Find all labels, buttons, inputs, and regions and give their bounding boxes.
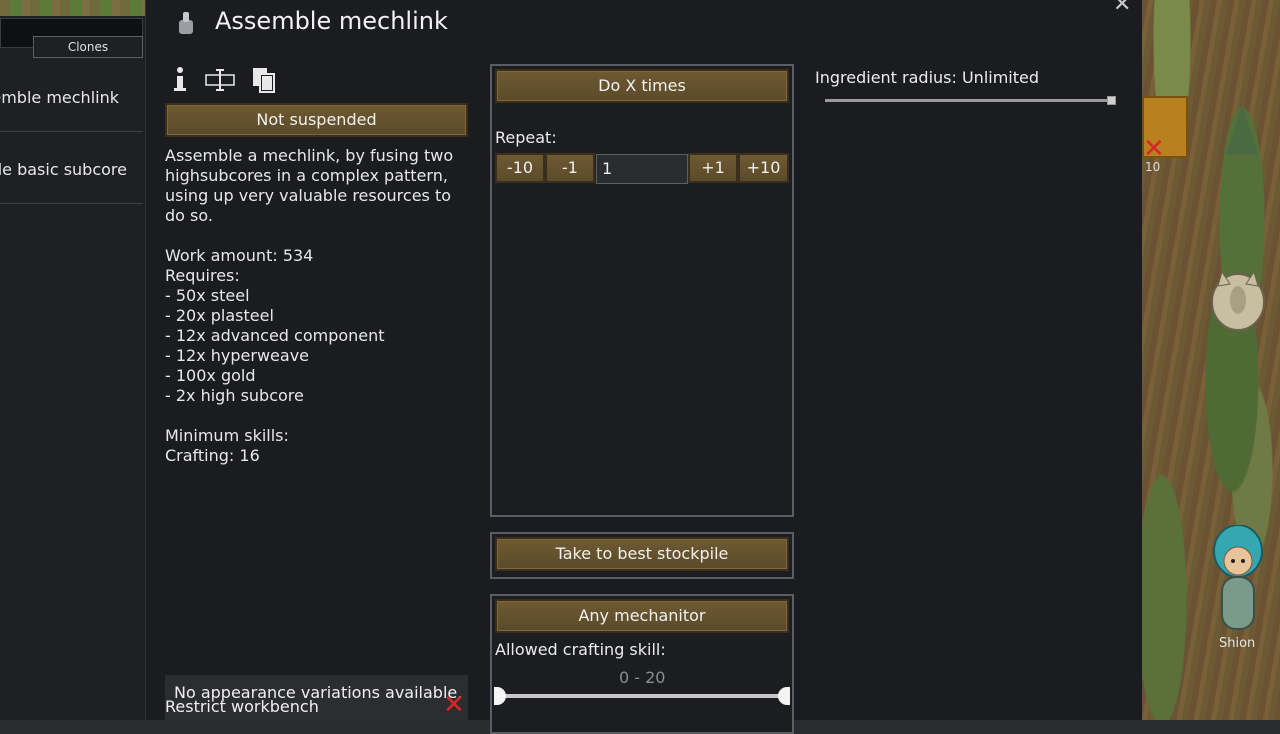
- ingredient-radius-slider[interactable]: [825, 99, 1115, 102]
- store-mode-button[interactable]: Take to best stockpile: [495, 537, 789, 571]
- suspend-toggle-button[interactable]: Not suspended: [165, 103, 468, 137]
- worker-select-button[interactable]: Any mechanitor: [495, 599, 789, 633]
- dialog-title: Assemble mechlink: [215, 7, 448, 35]
- pawn-portrait[interactable]: [1210, 525, 1266, 635]
- close-icon[interactable]: ✕: [1113, 0, 1131, 17]
- restrict-toggle-icon[interactable]: ✕: [443, 690, 465, 720]
- map-strip: [0, 0, 145, 16]
- clones-tab[interactable]: Clones: [33, 36, 143, 58]
- bill-list: Assemble mechlink Assemble basic subcore: [0, 60, 143, 204]
- bill-item-label: Assemble mechlink: [0, 88, 119, 107]
- restrict-workbench-label: Restrict workbench: [165, 697, 319, 716]
- repeat-mode-button[interactable]: Do X times: [495, 69, 789, 103]
- skill-range-slider[interactable]: [500, 694, 784, 698]
- recipe-description: Assemble a mechlink, by fusing two highs…: [165, 146, 454, 465]
- repeat-plus-1-button[interactable]: +1: [688, 153, 738, 183]
- bill-item-label: Assemble basic subcore: [0, 160, 127, 179]
- ingredient-radius-label: Ingredient radius: Unlimited: [815, 68, 1040, 87]
- repeat-count-input[interactable]: 1: [596, 154, 688, 184]
- repeat-minus-1-button[interactable]: -1: [545, 153, 595, 183]
- info-icon[interactable]: [168, 66, 194, 94]
- repeat-label: Repeat:: [495, 128, 557, 147]
- pawn-name-label: Shion: [1219, 636, 1256, 651]
- skill-range-label: Allowed crafting skill:: [495, 640, 666, 659]
- skill-range-value: 0 - 20: [619, 668, 666, 687]
- rename-icon[interactable]: [205, 66, 235, 94]
- stack-count: 10: [1145, 160, 1161, 174]
- animal-icon[interactable]: [1208, 262, 1268, 332]
- repeat-plus-10-button[interactable]: +10: [738, 153, 789, 183]
- repeat-minus-10-button[interactable]: -10: [495, 153, 545, 183]
- mechlink-icon: [179, 12, 193, 34]
- bill-item-basic-subcore[interactable]: Assemble basic subcore: [0, 132, 143, 204]
- tree-icon: [1226, 105, 1258, 155]
- skill-slider-max-handle[interactable]: [778, 687, 790, 705]
- bill-item-mechlink[interactable]: Assemble mechlink: [0, 60, 143, 132]
- ingredient-radius-handle[interactable]: [1107, 96, 1116, 105]
- copy-icon[interactable]: [251, 66, 277, 94]
